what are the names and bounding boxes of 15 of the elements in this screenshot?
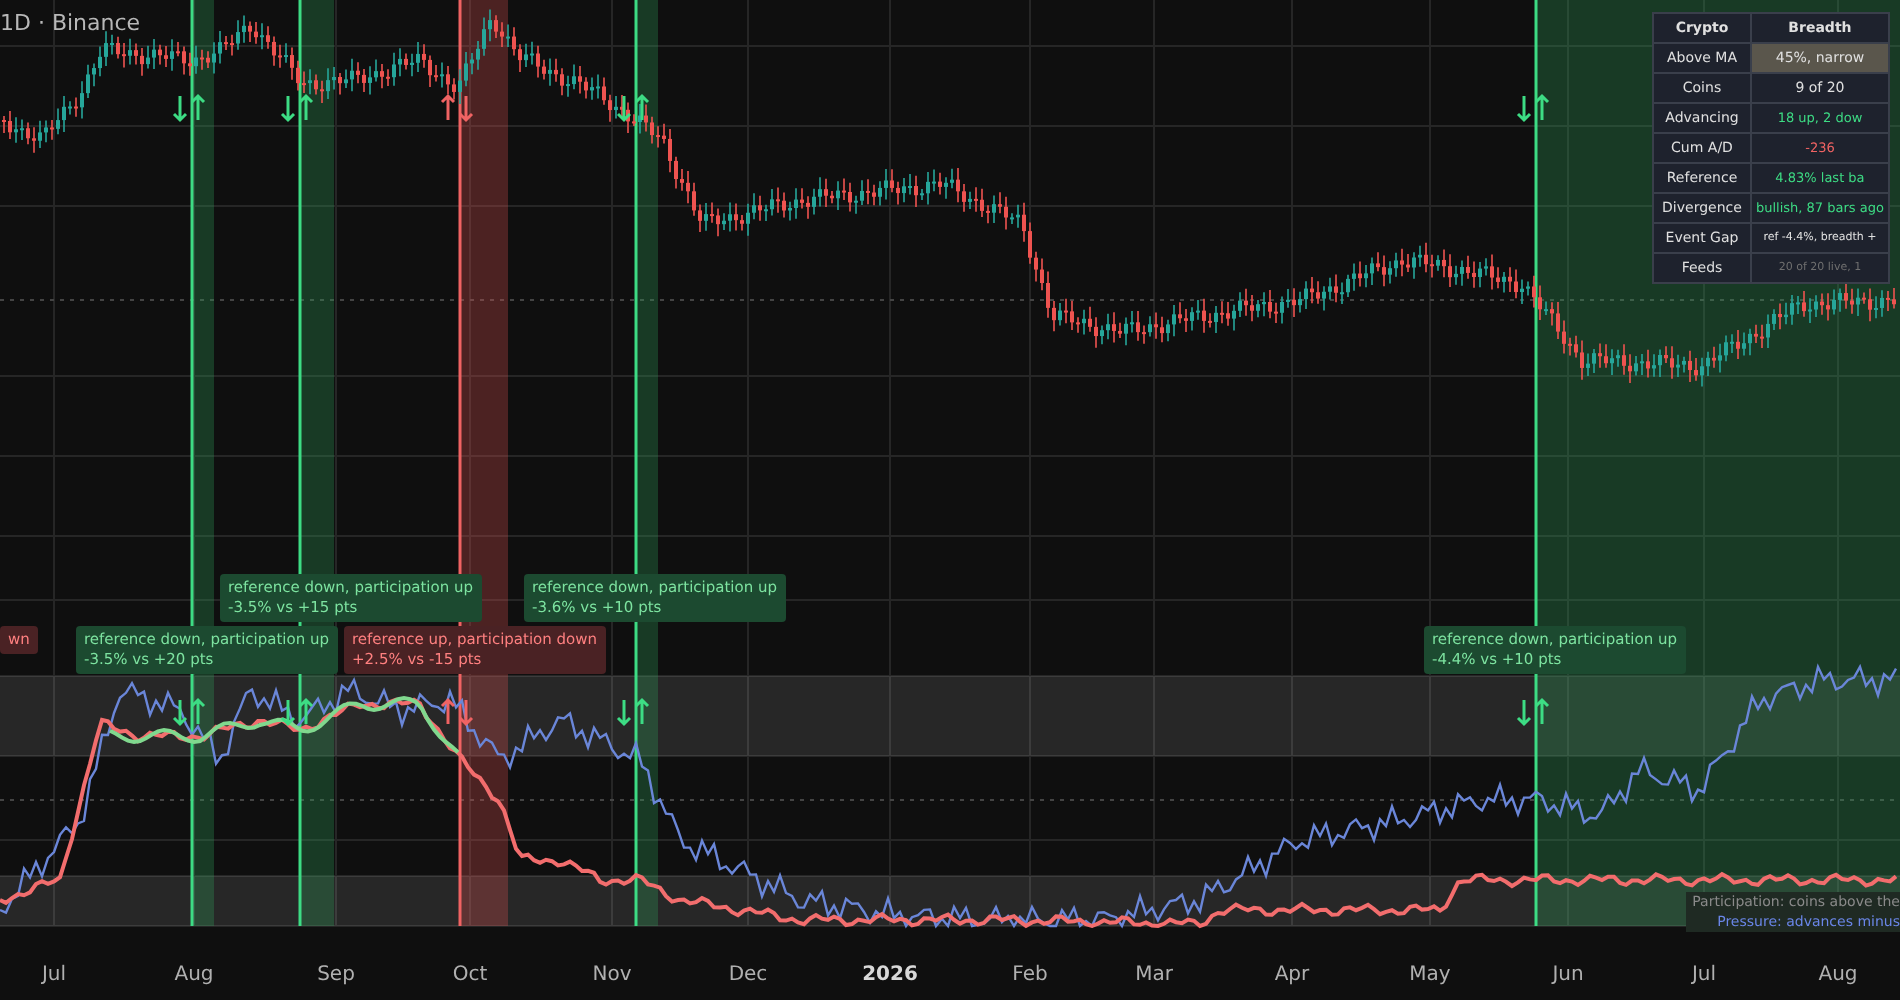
axis-label: May — [1407, 964, 1453, 986]
axis-label: Aug — [1816, 964, 1860, 986]
axis-label: Sep — [315, 964, 357, 986]
axis-label: Nov — [590, 964, 634, 986]
axis-label: Dec — [726, 964, 770, 986]
axis-label: 2026 — [860, 964, 920, 986]
axis-label: Jun — [1549, 964, 1586, 986]
axis-label: Jul — [1689, 964, 1719, 986]
axis-label: Mar — [1133, 964, 1175, 986]
axis-label: Jul — [39, 964, 69, 986]
axis-label: Aug — [172, 964, 216, 986]
axis-label: Feb — [1010, 964, 1050, 986]
chart-symbol-label: 1D · Binance — [0, 10, 141, 36]
axis-label: Oct — [450, 964, 490, 986]
axis-label: Apr — [1272, 964, 1312, 986]
